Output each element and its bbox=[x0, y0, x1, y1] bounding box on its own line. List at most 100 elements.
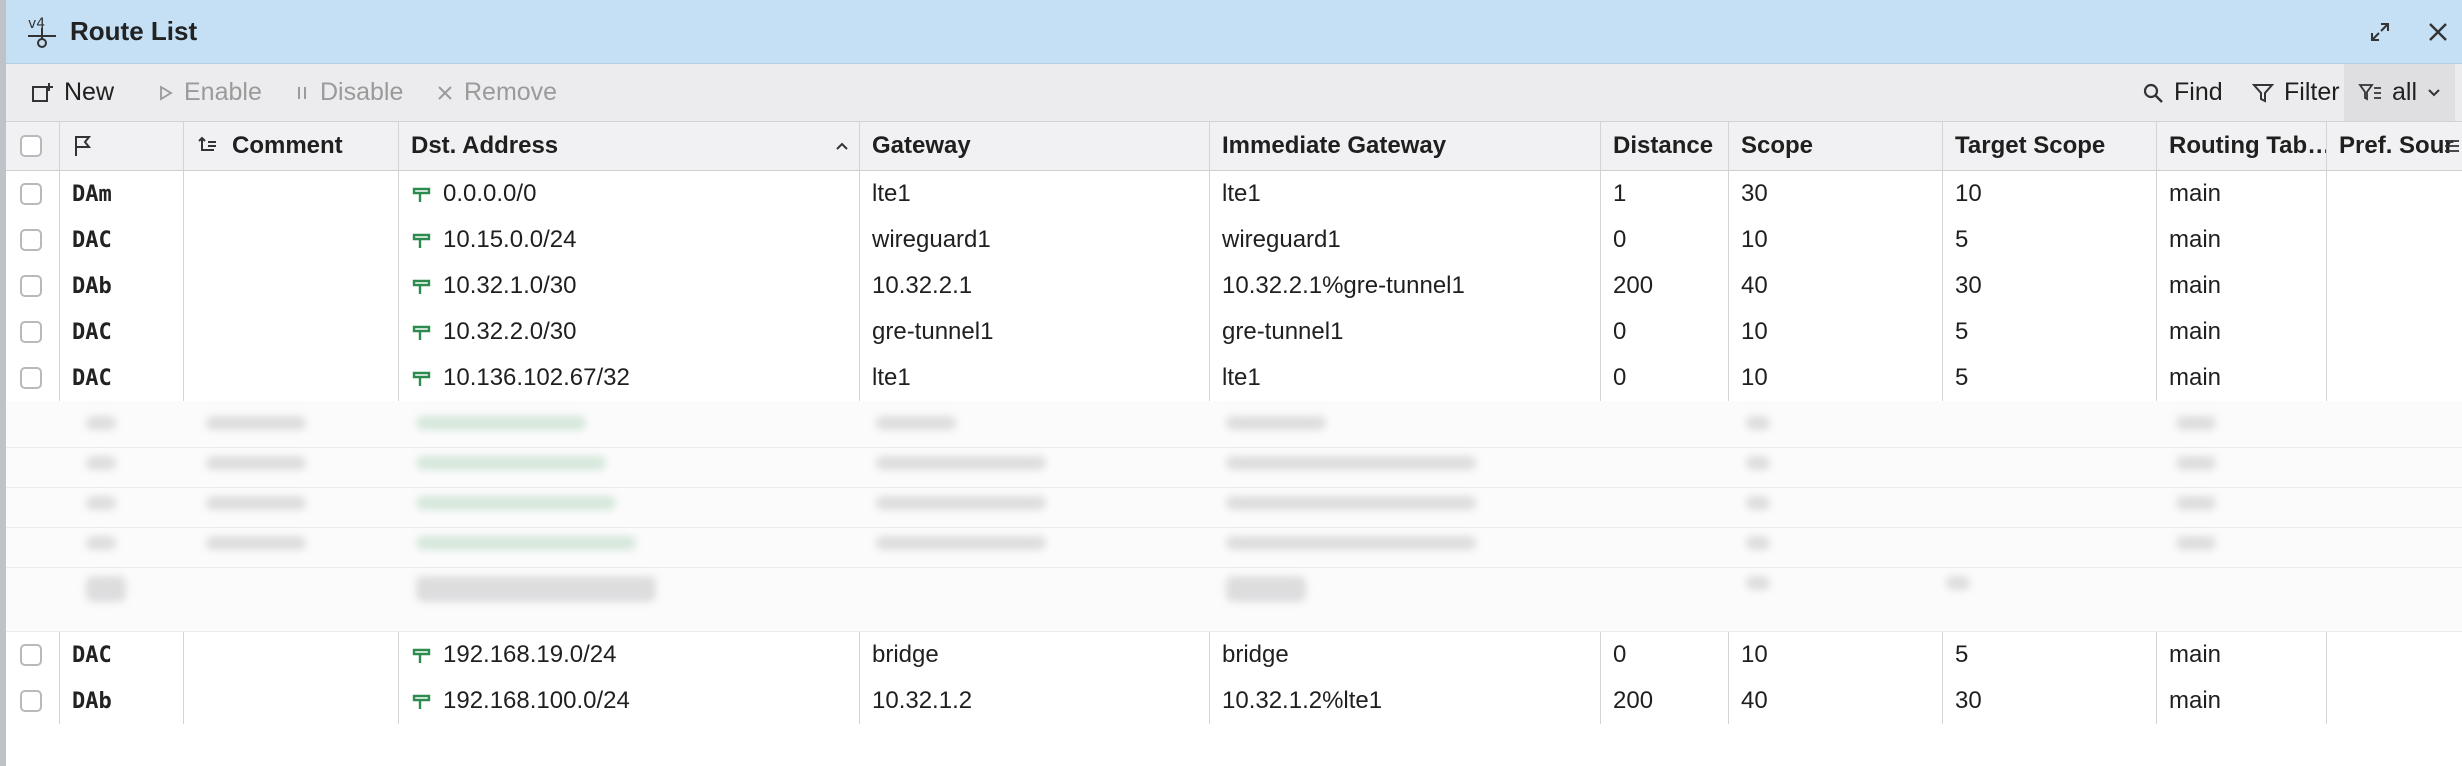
cell-target-scope: 5 bbox=[1943, 355, 2157, 401]
table-row[interactable]: DAm 0.0.0.0/0 lte1 lte1 1 30 10 main bbox=[6, 171, 2462, 218]
search-icon bbox=[2143, 83, 2163, 103]
cell-flags: DAb bbox=[60, 678, 184, 724]
cell-comment bbox=[184, 171, 399, 217]
table-header: Comment Dst. Address Gateway Immediate G… bbox=[6, 122, 2462, 171]
cell-flags: DAC bbox=[60, 632, 184, 678]
route-icon bbox=[412, 325, 431, 340]
pause-icon bbox=[298, 86, 306, 99]
cell-dst-text: 192.168.100.0/24 bbox=[443, 687, 630, 714]
cell-target-scope-text: 30 bbox=[1955, 687, 1982, 714]
cell-scope: 40 bbox=[1729, 263, 1943, 309]
cell-table: main bbox=[2157, 678, 2327, 724]
view-value: all bbox=[2392, 78, 2418, 106]
expand-icon[interactable] bbox=[2366, 18, 2394, 46]
cell-scope-text: 30 bbox=[1741, 180, 1768, 207]
filter-icon bbox=[2252, 83, 2274, 103]
cell-comment bbox=[184, 632, 399, 678]
comment-icon bbox=[198, 136, 216, 151]
cell-scope: 40 bbox=[1729, 678, 1943, 724]
table-row[interactable]: DAC 192.168.19.0/24 bridge bridge 0 10 5 main bbox=[6, 632, 2462, 679]
cell-scope-text: 10 bbox=[1741, 641, 1768, 668]
cell-scope-text: 10 bbox=[1741, 364, 1768, 391]
table-row[interactable]: DAC 10.136.102.67/32 lte1 lte1 0 10 5 main bbox=[6, 355, 2462, 402]
cell-target-scope: 5 bbox=[1943, 309, 2157, 355]
cell-gateway-text: bridge bbox=[872, 641, 939, 668]
row-checkbox[interactable] bbox=[20, 229, 42, 251]
column-comment-label: Comment bbox=[232, 132, 343, 159]
row-checkbox[interactable] bbox=[20, 183, 42, 205]
select-all-checkbox[interactable] bbox=[20, 135, 42, 157]
cell-scope-text: 10 bbox=[1741, 318, 1768, 345]
cell-pref bbox=[2327, 355, 2462, 401]
column-comment[interactable]: Comment bbox=[184, 122, 399, 170]
row-select-cell bbox=[6, 171, 60, 217]
disable-button[interactable]: Disable bbox=[294, 64, 403, 121]
cell-immediate-text: gre-tunnel1 bbox=[1222, 318, 1344, 345]
cell-distance: 0 bbox=[1601, 309, 1729, 355]
table-row[interactable]: DAb 192.168.100.0/24 10.32.1.2 10.32.1.2%lt… bbox=[6, 678, 2462, 725]
view-selector[interactable]: all bbox=[2344, 64, 2456, 121]
cell-dst-text: 0.0.0.0/0 bbox=[443, 180, 537, 207]
column-target-scope[interactable]: Target Scope bbox=[1943, 122, 2157, 170]
cell-dst-text: 192.168.19.0/24 bbox=[443, 641, 617, 668]
cell-scope-text: 10 bbox=[1741, 226, 1768, 253]
cell-scope: 10 bbox=[1729, 309, 1943, 355]
cell-immediate-text: lte1 bbox=[1222, 364, 1261, 391]
row-select-cell bbox=[6, 309, 60, 355]
ipv4-route-icon: v4 bbox=[28, 16, 56, 48]
route-icon bbox=[412, 279, 431, 294]
column-pref-source[interactable]: Pref. Sour bbox=[2327, 122, 2462, 170]
cell-target-scope: 30 bbox=[1943, 678, 2157, 724]
cell-immediate: gre-tunnel1 bbox=[1210, 309, 1601, 355]
column-distance-label: Distance bbox=[1613, 132, 1714, 159]
cell-flags-text: DAC bbox=[72, 642, 112, 668]
row-select-cell bbox=[6, 263, 60, 309]
table-row[interactable]: DAC 10.15.0.0/24 wireguard1 wireguard1 0 10 5 m… bbox=[6, 217, 2462, 264]
select-all-checkbox-cell[interactable] bbox=[6, 122, 60, 170]
cell-distance: 0 bbox=[1601, 217, 1729, 263]
find-button[interactable]: Find bbox=[2142, 64, 2223, 121]
cell-target-scope-text: 30 bbox=[1955, 272, 1982, 299]
filter-label: Filter bbox=[2284, 78, 2340, 106]
row-select-cell bbox=[6, 217, 60, 263]
row-checkbox[interactable] bbox=[20, 367, 42, 389]
cell-pref bbox=[2327, 217, 2462, 263]
column-flags[interactable] bbox=[60, 122, 184, 170]
cell-target-scope-text: 5 bbox=[1955, 641, 1969, 668]
remove-button[interactable]: Remove bbox=[436, 64, 557, 121]
cell-dst: 10.15.0.0/24 bbox=[399, 217, 860, 263]
cell-dst: 10.136.102.67/32 bbox=[399, 355, 860, 401]
cell-dst: 10.32.1.0/30 bbox=[399, 263, 860, 309]
table-row[interactable]: DAC 10.32.2.0/30 gre-tunnel1 gre-tunnel1 0 10… bbox=[6, 309, 2462, 356]
table-row[interactable]: DAb 10.32.1.0/30 10.32.2.1 10.32.2.1%gre-tu… bbox=[6, 263, 2462, 310]
enable-label: Enable bbox=[184, 78, 262, 106]
column-menu-icon[interactable] bbox=[2444, 139, 2460, 153]
cell-immediate: bridge bbox=[1210, 632, 1601, 678]
cell-flags-text: DAb bbox=[72, 688, 112, 714]
close-icon[interactable] bbox=[2424, 18, 2452, 46]
column-scope[interactable]: Scope bbox=[1729, 122, 1943, 170]
cell-dst-text: 10.15.0.0/24 bbox=[443, 226, 577, 253]
column-distance[interactable]: Distance bbox=[1601, 122, 1729, 170]
cell-table-text: main bbox=[2169, 272, 2222, 299]
cell-target-scope: 5 bbox=[1943, 632, 2157, 678]
column-gateway[interactable]: Gateway bbox=[860, 122, 1210, 170]
row-checkbox[interactable] bbox=[20, 275, 42, 297]
column-immediate-gateway[interactable]: Immediate Gateway bbox=[1210, 122, 1601, 170]
row-checkbox[interactable] bbox=[20, 321, 42, 343]
new-button[interactable]: New bbox=[30, 64, 114, 121]
cell-immediate: 10.32.1.2%lte1 bbox=[1210, 678, 1601, 724]
column-dst-address[interactable]: Dst. Address bbox=[399, 122, 860, 170]
column-dst-address-label: Dst. Address bbox=[411, 132, 559, 159]
cell-dst: 0.0.0.0/0 bbox=[399, 171, 860, 217]
row-checkbox[interactable] bbox=[20, 690, 42, 712]
filter-button[interactable]: Filter bbox=[2252, 64, 2340, 121]
enable-button[interactable]: Enable bbox=[158, 64, 262, 121]
play-icon bbox=[160, 84, 173, 101]
cell-immediate-text: bridge bbox=[1222, 641, 1289, 668]
column-routing-table[interactable]: Routing Tab… bbox=[2157, 122, 2327, 170]
cell-comment bbox=[184, 263, 399, 309]
window-title: Route List bbox=[70, 16, 198, 46]
row-checkbox[interactable] bbox=[20, 644, 42, 666]
row-select-cell bbox=[6, 632, 60, 678]
